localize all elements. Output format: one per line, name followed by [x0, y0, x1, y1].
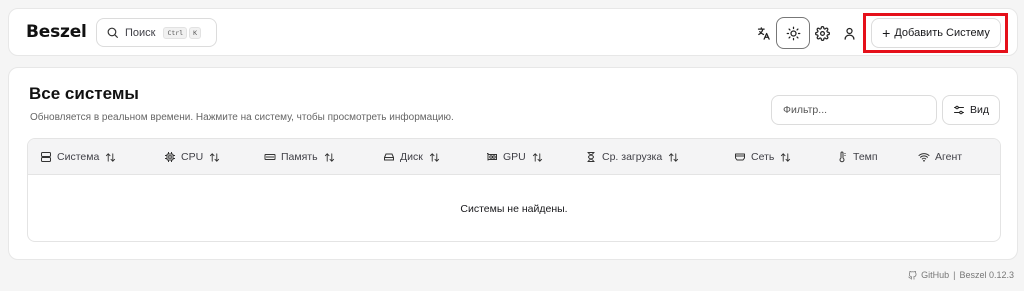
- gear-icon: [814, 25, 830, 41]
- sort-icon: [532, 152, 542, 162]
- hourglass-icon: [587, 152, 595, 162]
- column-label: Сеть: [751, 151, 775, 163]
- column-memory[interactable]: Память: [264, 139, 335, 175]
- add-system-label: Добавить Систему: [894, 27, 990, 39]
- column-temp: Темп: [836, 139, 878, 175]
- column-label: Диск: [400, 151, 423, 163]
- column-gpu[interactable]: GPU: [486, 139, 543, 175]
- footer-separator: |: [953, 270, 956, 280]
- server-icon: [41, 152, 51, 162]
- kbd-k: K: [189, 26, 202, 39]
- memory-icon: [264, 154, 276, 160]
- empty-state: Системы не найдены.: [460, 203, 568, 215]
- column-system[interactable]: Система: [40, 139, 116, 175]
- plus-icon: +: [882, 25, 891, 41]
- column-label: Темп: [853, 151, 878, 163]
- column-label: CPU: [181, 151, 204, 163]
- page-title: Все системы: [29, 84, 139, 103]
- theme-toggle-button[interactable]: [776, 17, 810, 49]
- filter-input[interactable]: [771, 95, 937, 125]
- search-label: Поиск: [125, 26, 156, 39]
- sort-icon: [106, 152, 116, 162]
- translate-icon: [757, 26, 770, 40]
- app-logo[interactable]: Beszel: [26, 22, 87, 42]
- language-button[interactable]: [752, 22, 774, 44]
- add-system-button[interactable]: + Добавить Систему: [871, 18, 1001, 48]
- disk-icon: [384, 153, 394, 161]
- sort-icon: [210, 152, 220, 162]
- column-disk[interactable]: Диск: [383, 139, 440, 175]
- column-label: Ср. загрузка: [602, 151, 663, 163]
- systems-card: Все системы Обновляется в реальном време…: [8, 67, 1018, 260]
- table-header: Система CPU Память Диск GPU Ср. загрузка…: [28, 139, 1000, 175]
- user-button[interactable]: [838, 22, 860, 44]
- sort-icon: [669, 152, 679, 162]
- gpu-icon: [487, 153, 497, 161]
- systems-table: Система CPU Память Диск GPU Ср. загрузка…: [27, 138, 1001, 242]
- kbd-ctrl: Ctrl: [163, 26, 188, 39]
- column-label: Агент: [935, 151, 963, 163]
- column-agent: Агент: [918, 139, 962, 175]
- version-link[interactable]: Beszel 0.12.3: [959, 270, 1014, 280]
- github-icon: [908, 270, 917, 280]
- search-icon: [107, 27, 118, 38]
- column-label: GPU: [503, 151, 526, 163]
- column-label: Память: [281, 151, 318, 163]
- sliders-icon: [954, 105, 964, 115]
- sort-icon: [324, 152, 334, 162]
- thermometer-icon: [839, 151, 846, 163]
- sort-icon: [781, 152, 791, 162]
- network-icon: [735, 153, 745, 161]
- wifi-icon: [918, 153, 930, 162]
- sun-icon: [786, 26, 800, 40]
- settings-button[interactable]: [811, 22, 833, 44]
- column-cpu[interactable]: CPU: [164, 139, 220, 175]
- cpu-icon: [165, 152, 175, 162]
- view-label: Вид: [970, 104, 989, 116]
- page-subtitle: Обновляется в реальном времени. Нажмите …: [30, 112, 454, 123]
- column-load-avg[interactable]: Ср. загрузка: [585, 139, 679, 175]
- sort-icon: [429, 152, 439, 162]
- github-link[interactable]: GitHub: [921, 270, 949, 280]
- top-navbar: Beszel Поиск Ctrl K + Добавить Систему: [8, 8, 1018, 56]
- search-button[interactable]: Поиск Ctrl K: [96, 18, 217, 47]
- footer: GitHub | Beszel 0.12.3: [908, 270, 1014, 280]
- user-icon: [844, 27, 854, 40]
- search-shortcut: Ctrl K: [163, 26, 202, 39]
- column-network[interactable]: Сеть: [734, 139, 791, 175]
- column-label: Система: [57, 151, 100, 163]
- view-button[interactable]: Вид: [942, 95, 1000, 125]
